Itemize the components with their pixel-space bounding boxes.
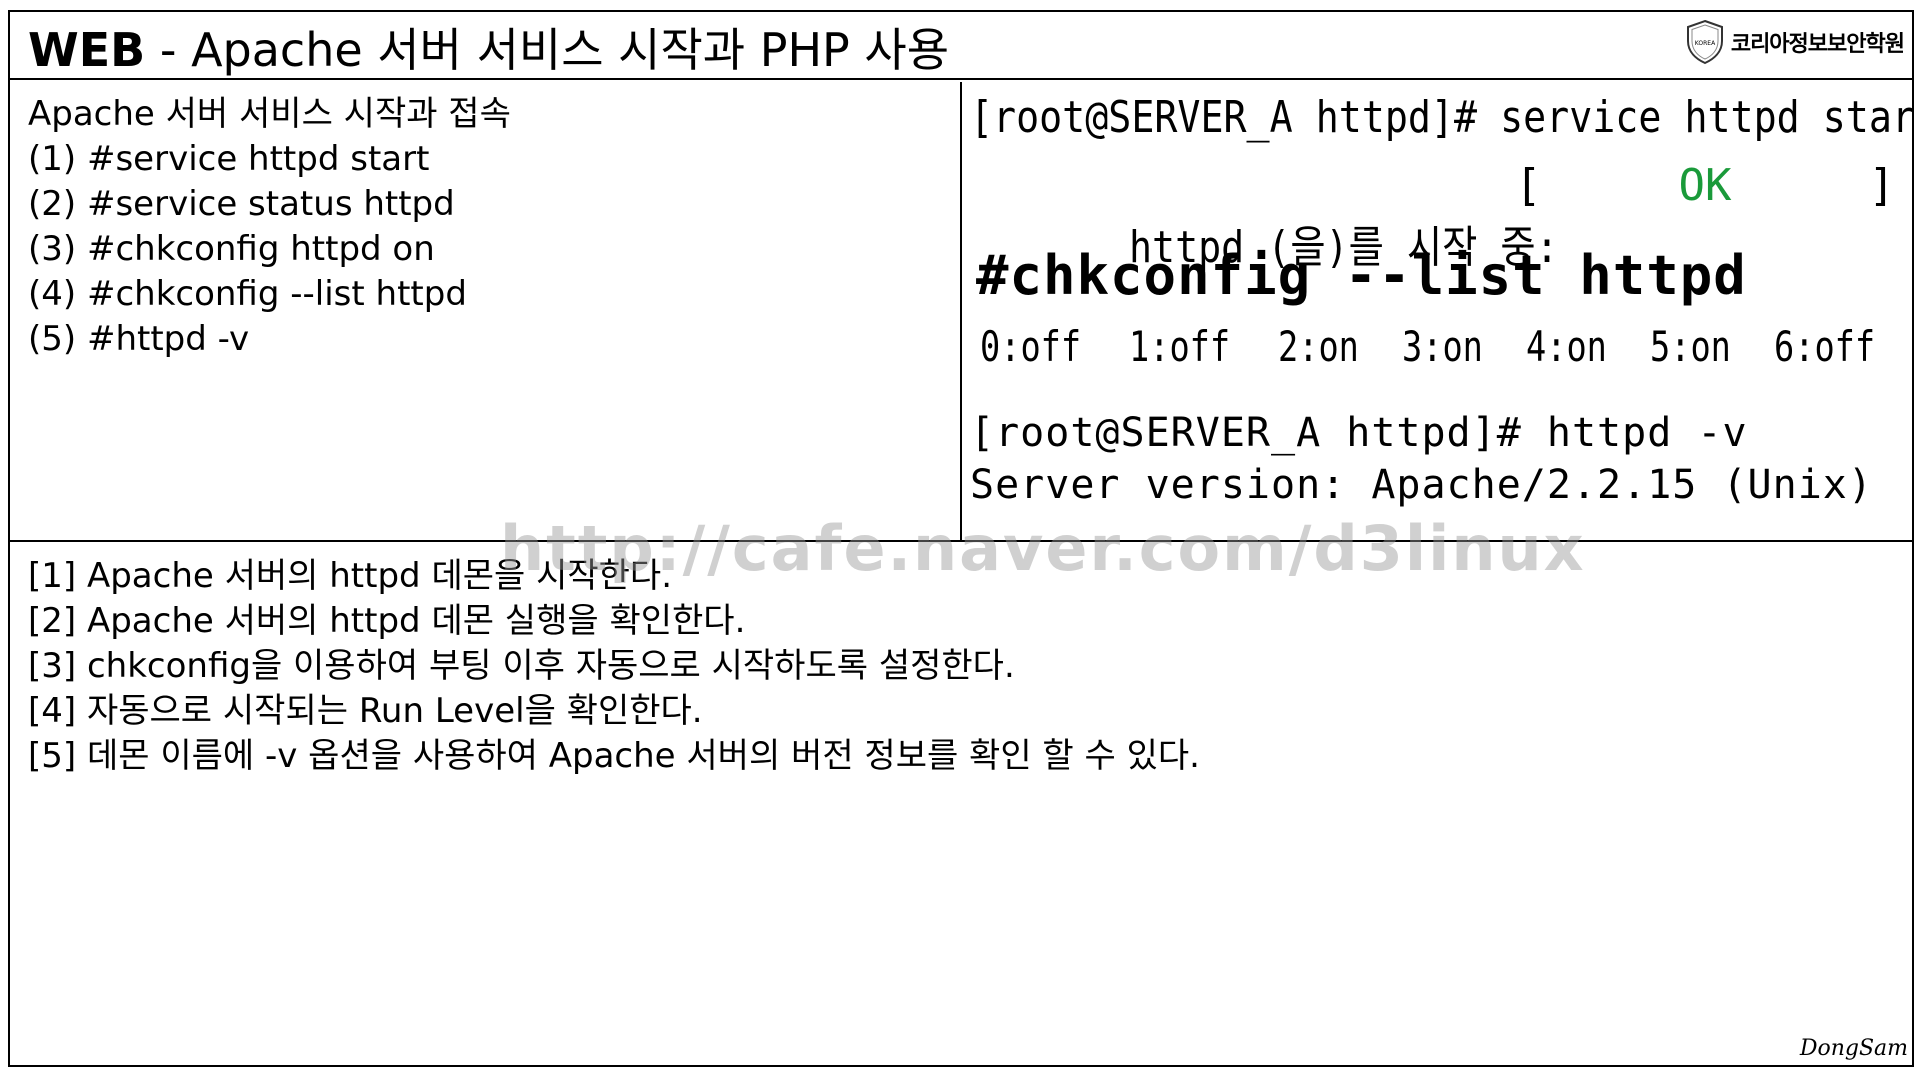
logo-text: 코리아정보보안학원: [1730, 32, 1905, 57]
runlevel-item: 2:on: [1278, 322, 1360, 371]
runlevel-item: 4:on: [1525, 322, 1607, 371]
notes-panel: [1] Apache 서버의 httpd 데몬을 시작한다. [2] Apach…: [10, 544, 1912, 1067]
note-item: [4] 자동으로 시작되는 Run Level을 확인한다.: [28, 691, 703, 731]
note-item: [3] chkconfig을 이용하여 부팅 이후 자동으로 시작하도록 설정한…: [28, 646, 1015, 686]
bracket-open: [: [1515, 160, 1542, 211]
ok-text: OK: [1678, 160, 1732, 211]
runlevel-item: 3:on: [1402, 322, 1483, 371]
note-item: [2] Apache 서버의 httpd 데몬 실행을 확인한다.: [28, 601, 746, 641]
steps-panel: Apache 서버 서비스 시작과 접속 (1) #service httpd …: [10, 82, 962, 542]
ok-status: [ OK ]: [1515, 160, 1895, 211]
step-item: (4) #chkconfig --list httpd: [28, 274, 467, 314]
runlevel-item: 6:off: [1773, 322, 1875, 371]
logo-badge-text: KOREA: [1695, 40, 1716, 47]
title-rest: - Apache 서버 서비스 시작과 PHP 사용: [145, 23, 950, 77]
runlevel-item: 5:on: [1649, 322, 1731, 371]
step-item: (1) #service httpd start: [28, 139, 430, 179]
title-bold: WEB: [28, 23, 146, 77]
runlevel-item: 0:off: [980, 322, 1082, 371]
steps-heading: Apache 서버 서비스 시작과 접속: [28, 94, 511, 134]
step-item: (2) #service status httpd: [28, 184, 455, 224]
terminal-line-service-start: [root@SERVER_A httpd]# service httpd sta…: [970, 92, 1912, 143]
terminal-line-httpd-v: [root@SERVER_A httpd]# httpd -v: [970, 410, 1748, 456]
terminal-line-server-version: Server version: Apache/2.2.15 (Unix): [970, 462, 1873, 508]
author-signature: DongSam: [1799, 1036, 1908, 1061]
terminal-panel: [root@SERVER_A httpd]# service httpd sta…: [962, 82, 1912, 542]
note-item: [1] Apache 서버의 httpd 데몬을 시작한다.: [28, 556, 673, 596]
shield-icon: KOREA: [1686, 19, 1723, 65]
runlevel-item: 1:off: [1129, 322, 1231, 371]
note-item: [5] 데몬 이름에 -v 옵션을 사용하여 Apache 서버의 버전 정보를…: [28, 736, 1200, 776]
slide: WEB - Apache 서버 서비스 시작과 PHP 사용 KOREA 코리아…: [8, 10, 1914, 1067]
academy-logo: KOREA 코리아정보보안학원: [1685, 18, 1905, 66]
slide-title: WEB - Apache 서버 서비스 시작과 PHP 사용: [28, 22, 949, 78]
step-item: (5) #httpd -v: [28, 319, 250, 359]
step-item: (3) #chkconfig httpd on: [28, 229, 435, 269]
title-bar: WEB - Apache 서버 서비스 시작과 PHP 사용 KOREA 코리아…: [10, 12, 1912, 80]
bracket-close: ]: [1868, 160, 1895, 211]
terminal-line-chkconfig: #chkconfig --list httpd: [976, 244, 1747, 307]
runlevel-list: 0:off 1:off 2:on 3:on 4:on 5:on 6:off: [980, 322, 1900, 371]
